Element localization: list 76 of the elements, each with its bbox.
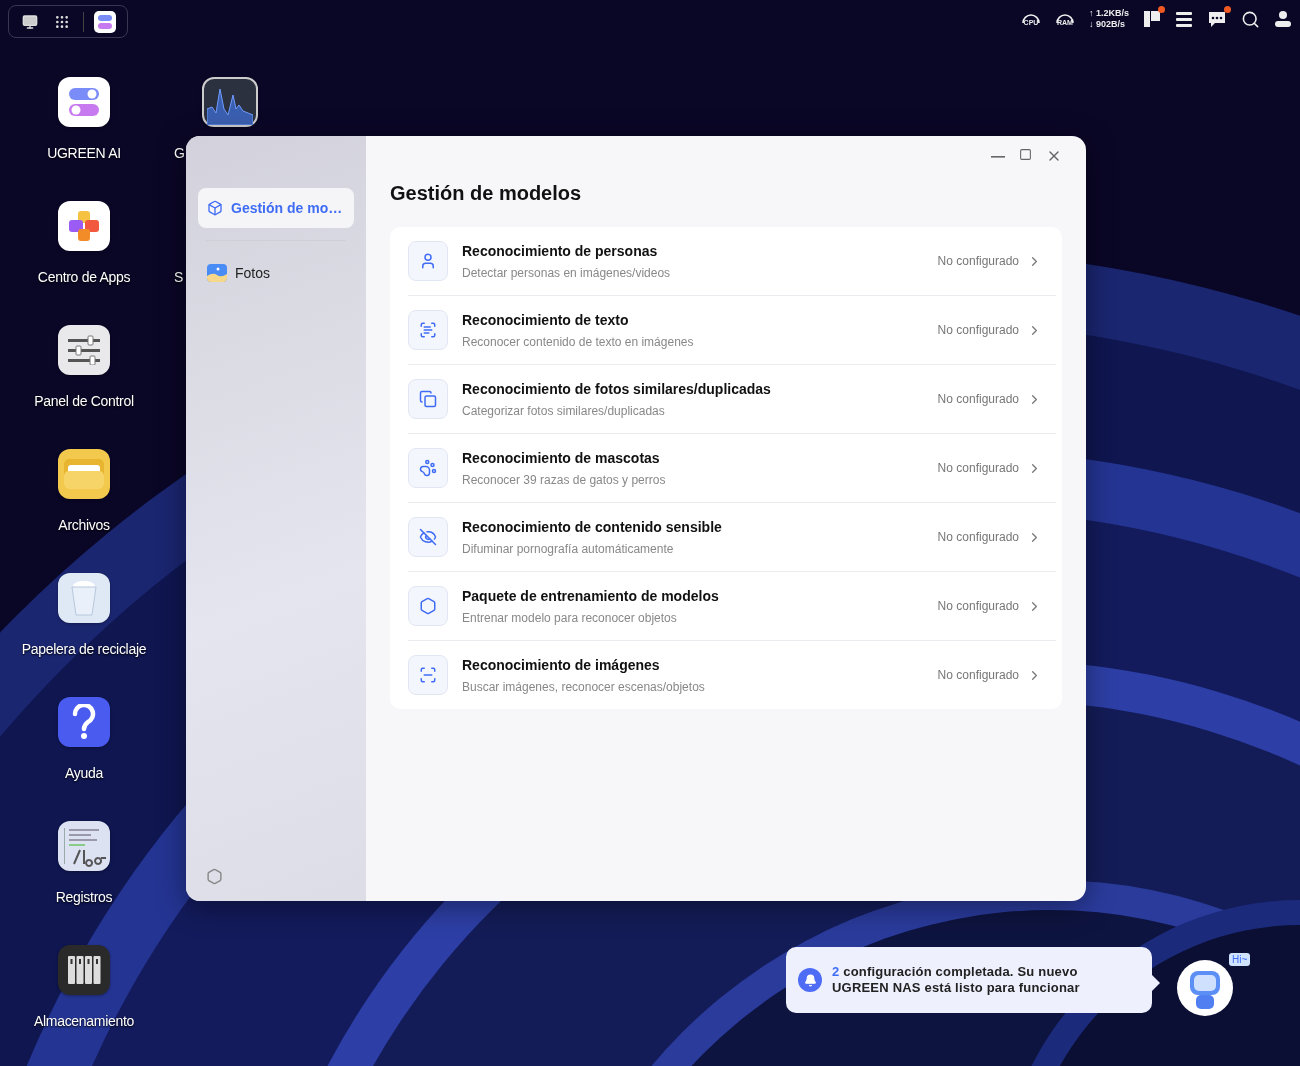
puzzle-icon [67, 209, 101, 243]
model-status-link[interactable]: No configurado [931, 390, 1048, 408]
model-status-link[interactable]: No configurado [931, 666, 1048, 684]
model-status-link[interactable]: No configurado [931, 459, 1048, 477]
app-icon[interactable] [202, 77, 258, 127]
model-title: Reconocimiento de texto [462, 311, 630, 328]
folder-icon [62, 457, 106, 491]
model-status-link[interactable]: No configurado [931, 528, 1048, 546]
search-icon[interactable] [1241, 9, 1260, 29]
app-icon[interactable] [58, 945, 110, 995]
monitor-icon [22, 13, 38, 30]
model-status-link[interactable]: No configurado [931, 321, 1048, 339]
cube-icon [207, 200, 223, 216]
app-icon[interactable] [58, 201, 110, 251]
app-icon[interactable] [58, 77, 110, 127]
sliders-icon [66, 335, 102, 365]
upload-speed: ↑ 1.2KB/s [1088, 8, 1129, 19]
trash-bin-icon [69, 579, 99, 617]
model-description: Difuminar pornografía automáticamente [462, 541, 675, 556]
model-icon [408, 241, 448, 281]
download-speed: ↓ 902B/s [1088, 19, 1126, 30]
model-title: Reconocimiento de mascotas [462, 449, 661, 466]
model-description: Categorizar fotos similares/duplicadas [462, 403, 666, 418]
notification-text: 2 configuración completada. Su nuevo UGREEN NAS está listo para funcionar [832, 964, 1081, 996]
model-description: Reconocer contenido de texto en imágenes [462, 334, 695, 349]
grid-icon [54, 13, 70, 30]
app-icon[interactable] [58, 449, 110, 499]
maximize-icon [1019, 148, 1032, 161]
settings-icon[interactable] [206, 868, 223, 885]
model-title: Reconocimiento de contenido sensible [462, 518, 723, 535]
model-icon [408, 517, 448, 557]
minimize-icon [991, 156, 1005, 158]
model-status-link[interactable]: No configurado [931, 597, 1048, 615]
app-label[interactable]: Papelera de reciclaje [21, 641, 147, 657]
toggles-icon [67, 85, 101, 119]
app-label[interactable]: Ayuda [65, 765, 103, 781]
app-icon[interactable] [58, 821, 110, 871]
app-label[interactable]: Registros [55, 889, 113, 905]
app-label[interactable]: UGREEN AI [47, 145, 121, 161]
drive-bays-icon [65, 953, 103, 987]
model-title: Paquete de entrenamiento de modelos [462, 587, 720, 604]
model-icon [408, 310, 448, 350]
sidebar-item[interactable]: Fotos [198, 253, 354, 293]
gauge-icon [1021, 12, 1040, 23]
app-icon[interactable] [58, 697, 110, 747]
sidebar-item[interactable]: Gestión de mo… [198, 188, 354, 228]
app-icon[interactable] [58, 573, 110, 623]
model-icon [408, 448, 448, 488]
model-description: Reconocer 39 razas de gatos y perros [462, 472, 667, 487]
toggles-icon [97, 13, 113, 30]
taskbar-app-button[interactable] [94, 10, 116, 33]
app-label[interactable]: Panel de Control [34, 393, 134, 409]
app-label[interactable]: Almacenamiento [33, 1013, 135, 1029]
model-title: Reconocimiento de imágenes [462, 656, 661, 673]
model-icon [408, 379, 448, 419]
app-label[interactable]: S [174, 269, 184, 285]
server-icon[interactable] [1175, 10, 1193, 28]
app-icon[interactable] [58, 325, 110, 375]
window-title: Gestión de modelos [390, 182, 583, 205]
bell-icon [798, 968, 822, 992]
model-icon [408, 586, 448, 626]
greeting-bubble: Hi~ [1229, 953, 1251, 966]
app-label[interactable]: Centro de Apps [37, 269, 131, 285]
model-description: Buscar imágenes, reconocer escenas/objetos [462, 679, 706, 694]
gauge-icon [1055, 12, 1074, 23]
model-title: Reconocimiento de fotos similares/duplicadas [462, 380, 772, 397]
photo-icon [207, 263, 227, 283]
app-label[interactable]: Archivos [58, 517, 110, 533]
user-icon[interactable] [1274, 10, 1292, 28]
model-description: Entrenar modelo para reconocer objetos [462, 610, 678, 625]
model-title: Reconocimiento de personas [462, 242, 659, 259]
model-status-link[interactable]: No configurado [931, 252, 1048, 270]
model-icon [408, 655, 448, 695]
app-label[interactable]: G [174, 145, 185, 161]
question-mark-icon [72, 704, 96, 740]
model-description: Detectar personas en imágenes/videos [462, 265, 672, 280]
